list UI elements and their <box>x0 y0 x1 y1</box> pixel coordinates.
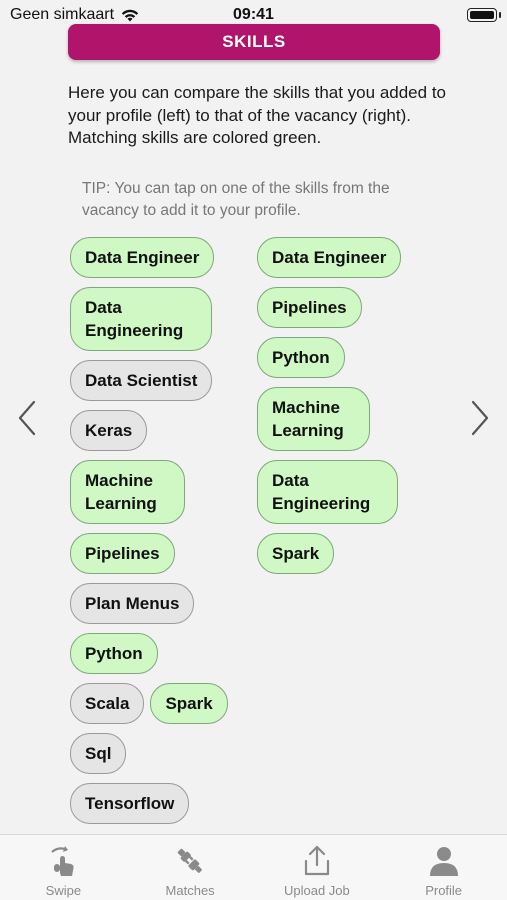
tab-profile-label: Profile <box>425 883 463 898</box>
intro-text: Here you can compare the skills that you… <box>68 83 446 147</box>
profile-skill-pill[interactable]: Data Scientist <box>70 360 213 401</box>
profile-skill-pill[interactable]: Scala <box>70 683 145 724</box>
profile-skill-pill[interactable]: Keras <box>70 410 148 451</box>
person-icon <box>429 847 458 876</box>
plug-icon <box>177 848 203 873</box>
vacancy-skill-pill[interactable]: Data Engineering <box>257 460 398 524</box>
tab-matches-label: Matches <box>165 883 215 898</box>
profile-skill-pill[interactable]: Python <box>70 633 158 674</box>
tab-swipe-label: Swipe <box>45 883 82 898</box>
tab-upload-job[interactable]: Upload Job <box>254 835 381 900</box>
vacancy-skill-pill[interactable]: Data Engineer <box>257 237 402 278</box>
chevron-left-icon[interactable] <box>16 400 38 436</box>
skills-header-button[interactable]: SKILLS <box>68 24 440 60</box>
profile-skill-pill[interactable]: Data Engineer <box>70 237 215 278</box>
tip-text: TIP: You can tap on one of the skills fr… <box>82 180 390 219</box>
profile-skill-pill[interactable]: Tensorflow <box>70 783 190 824</box>
vacancy-skill-pill[interactable]: Pipelines <box>257 287 362 328</box>
upload-icon <box>304 845 329 876</box>
chevron-right-icon[interactable] <box>469 400 491 436</box>
tab-bar: Swipe Matches Upload Job Profile <box>0 834 507 900</box>
vacancy-skill-pill[interactable]: Python <box>257 337 345 378</box>
profile-skill-pill[interactable]: Machine Learning <box>70 460 185 524</box>
profile-skill-pill[interactable]: Sql <box>70 733 127 774</box>
profile-skill-pill[interactable]: Plan Menus <box>70 583 195 624</box>
tab-matches[interactable]: Matches <box>127 835 254 900</box>
skill-row: Scala Spark <box>70 683 228 724</box>
tab-swipe[interactable]: Swipe <box>0 835 127 900</box>
vacancy-skills-column: Data Engineer Pipelines Python Machine L… <box>257 237 437 574</box>
profile-skill-pill[interactable]: Pipelines <box>70 533 175 574</box>
profile-skills-column: Data Engineer Data Engineering Data Scie… <box>70 237 250 824</box>
vacancy-skill-pill[interactable]: Spark <box>257 533 335 574</box>
profile-skill-pill[interactable]: Data Engineering <box>70 287 212 351</box>
tab-upload-job-label: Upload Job <box>283 883 350 898</box>
profile-skill-pill[interactable]: Spark <box>150 683 228 724</box>
vacancy-skill-pill[interactable]: Machine Learning <box>257 387 370 451</box>
battery-icon <box>467 8 501 22</box>
tab-profile[interactable]: Profile <box>380 835 507 900</box>
status-time: 09:41 <box>233 6 274 23</box>
swipe-icon <box>51 846 74 876</box>
